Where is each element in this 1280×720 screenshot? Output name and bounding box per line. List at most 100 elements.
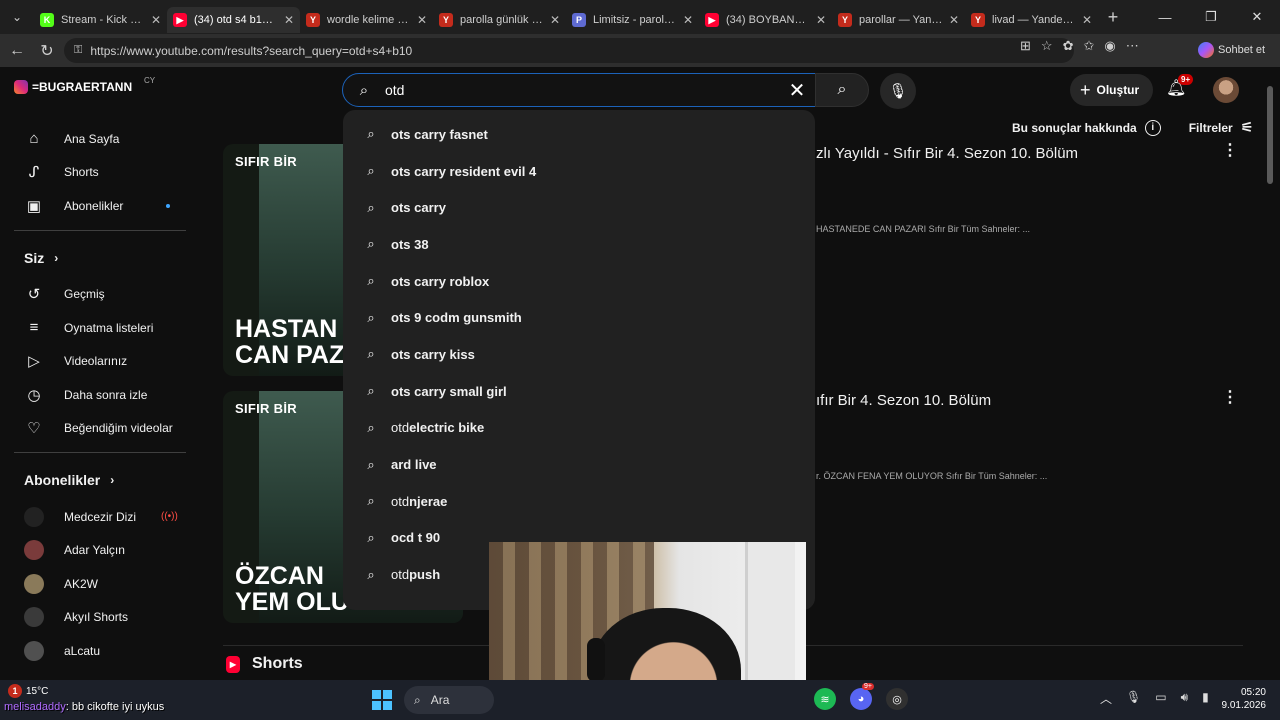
sidebar-item-daha-sonra-izle[interactable]: ◷ Daha sonra izle bbox=[0, 378, 200, 412]
tab-close-icon[interactable]: ✕ bbox=[151, 13, 161, 27]
tab-close-icon[interactable]: ✕ bbox=[816, 13, 826, 27]
channel-avatar bbox=[24, 540, 44, 561]
tab-close-icon[interactable]: ✕ bbox=[417, 13, 427, 27]
search-input[interactable] bbox=[385, 82, 779, 98]
create-button[interactable]: + Oluştur bbox=[1070, 74, 1154, 106]
favorite-star-icon[interactable]: ☆ bbox=[1041, 38, 1053, 54]
video-more-actions-icon[interactable]: ⋮ bbox=[1222, 387, 1238, 407]
taskbar-clock[interactable]: 05:20 9.01.2026 bbox=[1218, 686, 1267, 712]
search-suggestion[interactable]: ⌕ ots carry small girl bbox=[343, 373, 815, 410]
sidebar-subscription-item[interactable]: Medcezir Dizi ((•)) bbox=[0, 500, 200, 534]
spotify-icon[interactable]: ≋ bbox=[814, 688, 836, 710]
search-suggestion[interactable]: ⌕ ots carry roblox bbox=[343, 263, 815, 300]
tab-close-icon[interactable]: ✕ bbox=[949, 13, 959, 27]
sidebar-item-ana-sayfa[interactable]: ⌂ Ana Sayfa bbox=[0, 122, 200, 156]
url-field[interactable]: ⚿ https://www.youtube.com/results?search… bbox=[64, 38, 1074, 63]
clear-search-icon[interactable]: ✕ bbox=[779, 78, 815, 103]
page-scrollbar[interactable] bbox=[1266, 78, 1274, 678]
notifications-bell-icon[interactable]: 🔔︎ 9+ bbox=[1166, 74, 1194, 98]
tab-close-icon[interactable]: ✕ bbox=[550, 13, 560, 27]
new-tab-button[interactable]: + bbox=[1098, 7, 1128, 28]
sidebar-item-ge-mi-[interactable]: ↺ Geçmiş bbox=[0, 278, 200, 312]
video-title[interactable]: zlı Yayıldı - Sıfır Bir 4. Sezon 10. Böl… bbox=[816, 145, 1078, 162]
sidebar-item-be-endi-im-videolar[interactable]: ♡ Beğendiğim videolar bbox=[0, 412, 200, 446]
search-suggestion[interactable]: ⌕ otd njerae bbox=[343, 483, 815, 520]
browser-tab[interactable]: P Limitsiz - parolla - P ✕ bbox=[566, 7, 699, 33]
tab-close-icon[interactable]: ✕ bbox=[683, 13, 693, 27]
sidebar-item-shorts[interactable]: ᔑ Shorts bbox=[0, 156, 200, 190]
search-suggestion[interactable]: ⌕ ots 38 bbox=[343, 226, 815, 263]
favorites-icon[interactable]: ✩ bbox=[1083, 38, 1094, 54]
youtube-logo[interactable]: =BUGRAERTANN CY bbox=[14, 76, 155, 94]
tab-actions-menu-icon[interactable]: ⌄ bbox=[0, 0, 34, 34]
search-button[interactable]: ⌕ bbox=[815, 73, 869, 107]
sidebar-subscription-item[interactable]: Akyıl Shorts bbox=[0, 601, 200, 635]
channel-name: aLcatu bbox=[64, 643, 101, 658]
scrollbar-thumb[interactable] bbox=[1267, 86, 1273, 184]
search-box[interactable]: ⌕ ✕ bbox=[342, 73, 816, 107]
search-suggestion[interactable]: ⌕ ots carry kiss bbox=[343, 336, 815, 373]
browser-tab[interactable]: Yparolla günlük — Y ✕ bbox=[433, 7, 566, 33]
search-suggestion[interactable]: ⌕ ots carry fasnet bbox=[343, 116, 815, 153]
sidebar-item-videolar-n-z[interactable]: ▷ Videolarınız bbox=[0, 345, 200, 379]
refresh-icon[interactable]: ↻ bbox=[32, 36, 62, 66]
search-suggestion[interactable]: ⌕ ots 9 codm gunsmith bbox=[343, 299, 815, 336]
search-suggestion[interactable]: ⌕ ots carry bbox=[343, 189, 815, 226]
video-more-actions-icon[interactable]: ⋮ bbox=[1222, 140, 1238, 160]
taskbar-search[interactable]: ⌕ Ara bbox=[404, 686, 494, 714]
extensions-icon[interactable]: ✿ bbox=[1063, 38, 1074, 54]
video-title[interactable]: ıfır Bir 4. Sezon 10. Bölüm bbox=[816, 392, 991, 409]
discord-icon[interactable]: ◕ 9+ bbox=[850, 683, 874, 710]
tab-close-icon[interactable]: ✕ bbox=[1082, 13, 1092, 27]
account-avatar[interactable] bbox=[1213, 77, 1239, 103]
taskbar-apps: ≋ ◕ 9+ ◎ bbox=[814, 683, 908, 710]
microphone-tray-icon[interactable]: 🎙︎ bbox=[1126, 690, 1141, 707]
discord-badge: 9+ bbox=[862, 683, 874, 690]
obs-icon[interactable]: ◎ bbox=[886, 688, 908, 710]
battery-icon[interactable]: ▮ bbox=[1202, 690, 1209, 707]
filters-button[interactable]: Filtreler bbox=[1189, 121, 1233, 135]
filters-sliders-icon[interactable]: ⚟ bbox=[1241, 119, 1254, 136]
close-window-icon[interactable]: ✕ bbox=[1234, 0, 1280, 34]
voice-search-button[interactable]: 🎙︎ bbox=[880, 73, 916, 109]
liked-icon: ♡ bbox=[27, 420, 41, 438]
volume-icon[interactable]: 🔊︎ bbox=[1181, 690, 1189, 707]
browser-tab[interactable]: ▶ (34) BOYBAND BAŞ ✕ bbox=[699, 7, 832, 33]
search-suggestion[interactable]: ⌕ ots carry resident evil 4 bbox=[343, 153, 815, 190]
suggestion-completion: electric bike bbox=[409, 420, 485, 436]
browser-tab[interactable]: K Stream - Kick Dashb ✕ bbox=[34, 7, 167, 33]
tab-close-icon[interactable]: ✕ bbox=[284, 13, 294, 27]
suggestion-completion: ots 9 codm gunsmith bbox=[391, 310, 522, 326]
profile-icon[interactable]: ◉ bbox=[1104, 38, 1115, 54]
windows-start-icon[interactable] bbox=[372, 690, 392, 710]
sidebar-subscriptions-header[interactable]: Abonelikler › bbox=[0, 460, 200, 500]
about-results-link[interactable]: Bu sonuçlar hakkında bbox=[1012, 121, 1137, 135]
copilot-chat-button[interactable]: Sohbet et bbox=[1198, 42, 1265, 58]
restore-icon[interactable]: ❐ bbox=[1188, 0, 1234, 34]
sidebar-subscription-item[interactable]: Adar Yalçın bbox=[0, 534, 200, 568]
sidebar-you-header[interactable]: Siz › bbox=[0, 238, 200, 278]
network-icon[interactable]: ▭ bbox=[1155, 690, 1166, 707]
weather-widget[interactable]: 1 15°C bbox=[8, 684, 48, 698]
browser-tab[interactable]: Ywordle kelime oyun ✕ bbox=[300, 7, 433, 33]
site-info-icon[interactable]: ⚿ bbox=[74, 44, 82, 57]
sidebar-item-oynatma-listeleri[interactable]: ≡ Oynatma listeleri bbox=[0, 311, 200, 345]
minimize-icon[interactable]: — bbox=[1142, 0, 1188, 34]
info-icon[interactable]: i bbox=[1144, 119, 1161, 136]
suggestion-search-icon: ⌕ bbox=[367, 419, 375, 435]
browser-tab[interactable]: ▶ (34) otd s4 b10 - Yo ✕ bbox=[167, 7, 300, 33]
browser-tab[interactable]: Ylivad — Yandex: 5 b ✕ bbox=[965, 7, 1098, 33]
back-arrow-icon[interactable]: ← bbox=[2, 36, 32, 66]
browser-tab[interactable]: Yparollar — Yandex: ✕ bbox=[832, 7, 965, 33]
search-suggestion[interactable]: ⌕ ard live bbox=[343, 446, 815, 483]
sidebar-item-abonelikler[interactable]: ▣ Abonelikler bbox=[0, 189, 200, 223]
more-menu-icon[interactable]: ⋯ bbox=[1126, 38, 1139, 54]
sidebar-subscription-item[interactable]: aLcatu bbox=[0, 634, 200, 668]
copilot-icon bbox=[1198, 42, 1214, 58]
sidebar-subscription-item[interactable]: AK2W bbox=[0, 567, 200, 601]
search-suggestion[interactable]: ⌕ otd electric bike bbox=[343, 410, 815, 447]
tray-overflow-icon[interactable]: ︿ bbox=[1100, 690, 1112, 707]
stream-chat-overlay: melisadaddy: bb cikofte iyi uykus bbox=[4, 701, 164, 713]
subscriptions-icon: ▣ bbox=[26, 197, 42, 215]
app-available-icon[interactable]: ⊞ bbox=[1020, 38, 1031, 54]
